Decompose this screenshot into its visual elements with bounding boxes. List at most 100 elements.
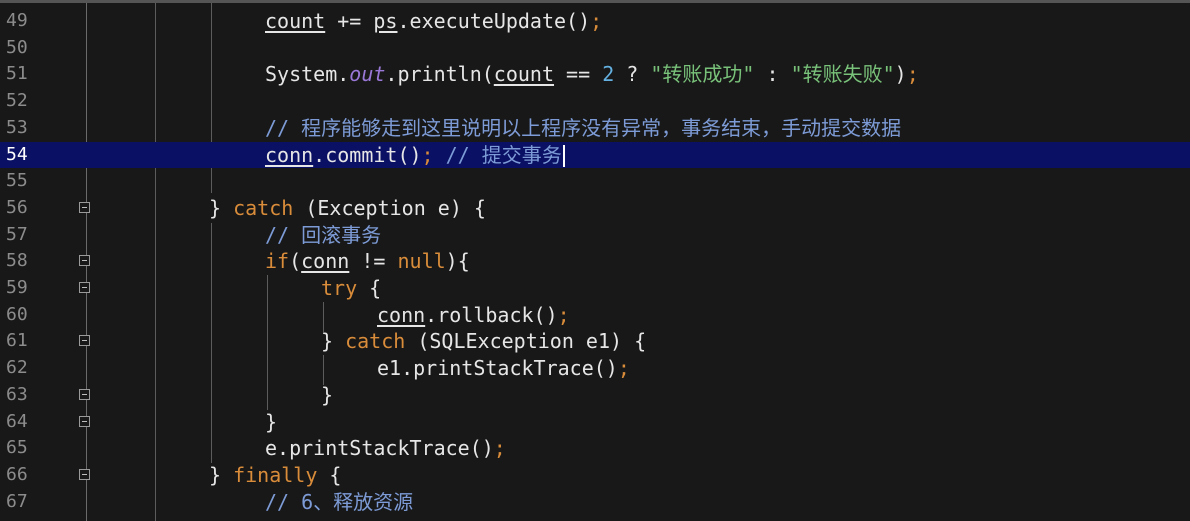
code-text: e1.printStackTrace(); <box>377 355 630 382</box>
code-token: } <box>321 329 346 354</box>
code-token: conn <box>377 302 426 327</box>
code-line[interactable]: 61 } catch (SQLException e1) { <box>0 328 1190 355</box>
code-text: conn.commit(); // 提交事务 <box>265 142 565 169</box>
line-number: 64 <box>6 410 28 432</box>
code-text: conn.rollback(); <box>377 302 570 329</box>
fold-toggle-icon[interactable] <box>79 468 90 480</box>
code-token: ; <box>421 142 434 167</box>
code-token: ; <box>493 436 506 461</box>
code-token: "转账失败" <box>790 62 895 87</box>
code-token: ? <box>614 62 651 87</box>
line-number: 53 <box>6 116 28 138</box>
code-token: (SQLException e1) { <box>405 329 647 354</box>
text-caret <box>562 145 565 167</box>
code-token: ){ <box>445 249 470 274</box>
code-comment: // 程序能够走到这里说明以上程序没有异常，事务结束，手动提交数据 <box>265 115 902 140</box>
code-token: conn <box>265 142 314 167</box>
line-number: 66 <box>6 463 28 485</box>
code-token: } <box>209 195 234 220</box>
line-number: 63 <box>6 383 28 405</box>
code-token: finally <box>233 462 318 487</box>
line-number: 50 <box>6 36 28 58</box>
fold-toggle-icon[interactable] <box>79 255 90 267</box>
code-token: try <box>321 276 358 300</box>
code-token: ; <box>557 302 570 327</box>
code-text: } catch (SQLException e1) { <box>321 328 646 355</box>
code-comment: // 回滚事务 <box>265 222 382 247</box>
fold-toggle-icon[interactable] <box>79 415 90 427</box>
fold-toggle-icon[interactable] <box>79 282 90 293</box>
fold-toggle-icon[interactable] <box>79 335 90 347</box>
code-text: } finally { <box>209 462 341 489</box>
line-number: 54 <box>6 143 28 165</box>
code-token: System. <box>265 62 350 87</box>
code-line[interactable]: 59 try { <box>0 275 1190 302</box>
code-token: ( <box>289 249 302 274</box>
code-token: 2 <box>602 62 615 87</box>
line-number: 65 <box>6 437 28 459</box>
code-line[interactable]: 60 conn.rollback(); <box>0 302 1190 329</box>
code-line-current[interactable]: 54 conn.commit(); // 提交事务 <box>0 141 1190 169</box>
code-line[interactable]: 56 } catch (Exception e) { <box>0 195 1190 222</box>
code-line[interactable]: 65 e.printStackTrace(); <box>0 435 1190 462</box>
code-token: e1.printStackTrace() <box>377 356 618 381</box>
code-token: "转账成功" <box>650 62 755 87</box>
code-line[interactable]: 64 } <box>0 409 1190 436</box>
line-number: 60 <box>6 303 28 325</box>
code-text: } <box>265 409 277 436</box>
code-token: == <box>554 62 603 87</box>
code-token: : <box>754 62 791 87</box>
code-line[interactable]: 52 <box>0 88 1190 115</box>
code-editor[interactable]: 49 count += ps.executeUpdate(); 50 51 Sy… <box>0 0 1190 521</box>
code-comment: // 6、释放资源 <box>265 489 414 514</box>
code-text: e.printStackTrace(); <box>265 435 506 462</box>
code-token: out <box>349 62 386 87</box>
line-number: 57 <box>6 223 28 245</box>
code-token: count <box>265 9 326 33</box>
code-token: catch <box>233 195 294 220</box>
code-line[interactable]: 57 // 回滚事务 <box>0 222 1190 249</box>
line-number: 55 <box>6 170 28 192</box>
line-number: 59 <box>6 277 28 298</box>
code-token: != <box>349 249 398 274</box>
fold-toggle-icon[interactable] <box>79 201 90 213</box>
code-line[interactable]: 49 count += ps.executeUpdate(); <box>0 8 1190 35</box>
code-line[interactable]: 55 <box>0 168 1190 195</box>
code-token: e.printStackTrace() <box>265 436 494 461</box>
line-number: 61 <box>6 330 28 352</box>
code-line[interactable]: 50 <box>0 35 1190 62</box>
code-token: { <box>317 462 342 487</box>
code-text: } <box>321 382 333 409</box>
code-comment: // 提交事务 <box>433 142 562 167</box>
code-text: } catch (Exception e) { <box>209 195 486 222</box>
code-text: try { <box>321 275 381 302</box>
line-number: 56 <box>6 196 28 218</box>
code-token: } <box>321 382 334 407</box>
code-token: conn <box>301 249 350 274</box>
code-token: ) <box>894 62 907 87</box>
line-number: 49 <box>6 10 28 31</box>
code-line[interactable]: 53 // 程序能够走到这里说明以上程序没有异常，事务结束，手动提交数据 <box>0 115 1190 142</box>
code-token: ps <box>373 9 398 33</box>
code-token: ; <box>906 62 919 87</box>
code-token: } <box>209 462 234 487</box>
code-text: System.out.println(count == 2 ? "转账成功" :… <box>265 61 919 88</box>
code-token: .rollback() <box>425 302 558 327</box>
code-line[interactable]: 62 e1.printStackTrace(); <box>0 355 1190 382</box>
code-token: += <box>325 9 374 33</box>
code-token: ; <box>617 356 630 381</box>
code-line[interactable]: 51 System.out.println(count == 2 ? "转账成功… <box>0 61 1190 88</box>
code-line[interactable]: 67 // 6、释放资源 <box>0 489 1190 516</box>
code-line[interactable]: 63 } <box>0 382 1190 409</box>
code-line[interactable]: 66 } finally { <box>0 462 1190 489</box>
fold-toggle-icon[interactable] <box>79 388 90 400</box>
line-number: 58 <box>6 250 28 272</box>
code-token: if <box>265 249 290 274</box>
code-line[interactable]: 58 if(conn != null){ <box>0 248 1190 275</box>
code-token: { <box>357 276 382 300</box>
code-token: .commit() <box>313 142 422 167</box>
code-token: count <box>493 62 555 87</box>
line-number: 51 <box>6 63 28 85</box>
code-token: null <box>397 249 446 274</box>
code-text: count += ps.executeUpdate(); <box>265 8 602 35</box>
